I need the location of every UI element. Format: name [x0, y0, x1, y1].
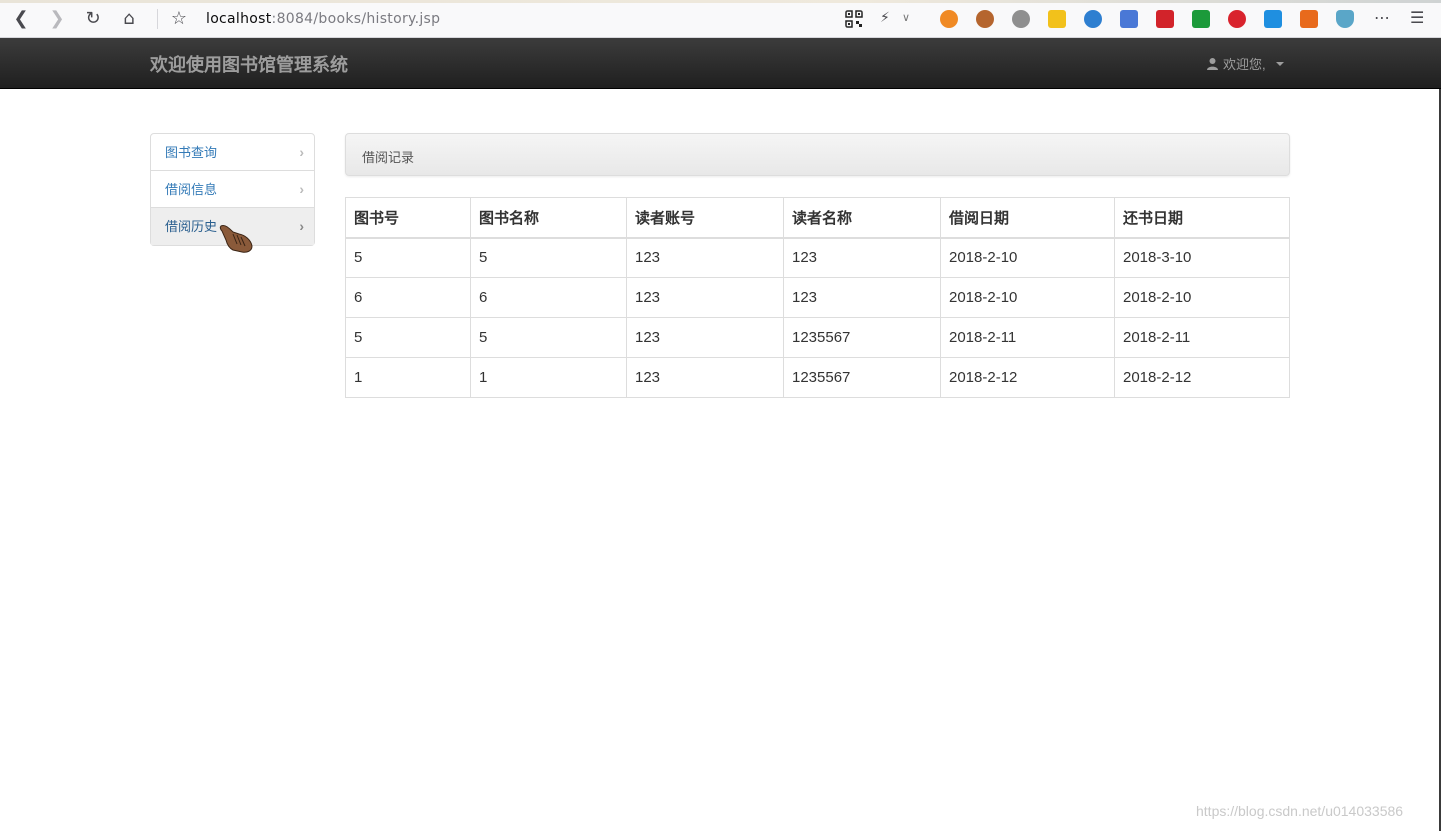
green-square-icon[interactable] — [1192, 10, 1210, 28]
table-cell: 2018-2-12 — [940, 357, 1115, 398]
chevron-right-icon: › — [299, 144, 304, 160]
sidebar-item-label: 借阅历史 — [165, 219, 218, 234]
table-cell: 123 — [626, 317, 784, 358]
user-icon — [1207, 58, 1218, 70]
table-cell: 5 — [470, 317, 627, 358]
column-header-borrow-date: 借阅日期 — [940, 197, 1115, 239]
shield-icon[interactable] — [1336, 10, 1354, 28]
sidebar-item-label: 借阅信息 — [165, 182, 218, 197]
qr-code-icon[interactable] — [845, 10, 863, 28]
table-cell: 2018-2-11 — [940, 317, 1115, 358]
hand-cursor-icon — [219, 225, 253, 253]
table-cell: 123 — [626, 357, 784, 398]
chevron-right-icon: › — [299, 181, 304, 197]
table-cell: 5 — [345, 237, 471, 278]
t-extension-icon[interactable] — [1228, 10, 1246, 28]
sidebar-item-book-search[interactable]: 图书查询 › — [151, 134, 314, 171]
table-cell: 5 — [470, 237, 627, 278]
column-header-book-id: 图书号 — [345, 197, 471, 239]
jh-extension-icon[interactable] — [1120, 10, 1138, 28]
borrow-history-table: 图书号 图书名称 读者账号 读者名称 借阅日期 还书日期 5 5 123 123… — [345, 197, 1290, 398]
table-cell: 2018-3-10 — [1114, 237, 1290, 278]
table-row: 5 5 123 1235567 2018-2-11 2018-2-11 — [345, 317, 1290, 358]
column-header-book-name: 图书名称 — [470, 197, 627, 239]
hamburger-menu-icon[interactable]: ☰ — [1410, 7, 1424, 29]
toolbar-divider — [157, 9, 158, 29]
calendar-icon[interactable] — [1048, 10, 1066, 28]
globe-icon[interactable] — [1084, 10, 1102, 28]
url-path: :8084/books/history.jsp — [271, 11, 441, 27]
table-cell: 6 — [470, 277, 627, 318]
app-navbar: 欢迎使用图书馆管理系统 欢迎您, — [0, 38, 1441, 89]
table-cell: 1235567 — [783, 317, 941, 358]
column-header-reader-name: 读者名称 — [783, 197, 941, 239]
user-dropdown[interactable]: 欢迎您, — [1206, 54, 1284, 73]
table-header-row: 图书号 图书名称 读者账号 读者名称 借阅日期 还书日期 — [345, 197, 1290, 239]
table-cell: 123 — [783, 277, 941, 318]
home-button[interactable]: ⌂ — [118, 8, 140, 30]
table-row: 1 1 123 1235567 2018-2-12 2018-2-12 — [345, 357, 1290, 398]
sidebar-item-borrow-info[interactable]: 借阅信息 › — [151, 171, 314, 208]
bookmark-star-icon[interactable]: ☆ — [168, 8, 190, 30]
monkey-extension-icon[interactable] — [976, 10, 994, 28]
table-cell: 1235567 — [783, 357, 941, 398]
gear-icon[interactable] — [1012, 10, 1030, 28]
chevron-right-icon: › — [299, 218, 304, 234]
overflow-menu-icon[interactable]: ⋯ — [1374, 7, 1390, 29]
table-cell: 123 — [626, 237, 784, 278]
table-cell: 2018-2-10 — [940, 277, 1115, 318]
vivaldi-extension-icon[interactable] — [1156, 10, 1174, 28]
flash-menu-chevron-icon[interactable]: ∨ — [902, 7, 910, 29]
address-bar[interactable]: localhost:8084/books/history.jsp — [206, 11, 440, 27]
panel-header: 借阅记录 — [345, 133, 1290, 176]
table-cell: 123 — [783, 237, 941, 278]
window-top-accent — [0, 0, 1441, 3]
terminal-icon[interactable] — [1300, 10, 1318, 28]
game-controller-icon[interactable] — [940, 10, 958, 28]
table-cell: 2018-2-10 — [940, 237, 1115, 278]
back-button[interactable]: ❮ — [10, 8, 32, 30]
table-cell: 123 — [626, 277, 784, 318]
flash-icon[interactable]: ⚡ — [880, 7, 890, 29]
table-cell: 1 — [470, 357, 627, 398]
reload-button[interactable]: ↻ — [82, 8, 104, 30]
table-cell: 2018-2-11 — [1114, 317, 1290, 358]
forward-button[interactable]: ❯ — [46, 8, 68, 30]
table-cell: 1 — [345, 357, 471, 398]
brand-title[interactable]: 欢迎使用图书馆管理系统 — [150, 51, 348, 77]
panel-title: 借阅记录 — [362, 150, 415, 165]
column-header-reader-account: 读者账号 — [626, 197, 784, 239]
url-host: localhost — [206, 11, 272, 27]
table-cell: 2018-2-10 — [1114, 277, 1290, 318]
table-row: 6 6 123 123 2018-2-10 2018-2-10 — [345, 277, 1290, 318]
browser-toolbar: ❮ ❯ ↻ ⌂ ☆ localhost:8084/books/history.j… — [0, 0, 1441, 38]
caret-down-icon — [1275, 61, 1284, 66]
table-cell: 2018-2-12 — [1114, 357, 1290, 398]
watermark-text: https://blog.csdn.net/u014033586 — [1196, 803, 1404, 819]
table-cell: 6 — [345, 277, 471, 318]
user-greeting: 欢迎您, — [1223, 57, 1266, 72]
column-header-return-date: 还书日期 — [1114, 197, 1290, 239]
sidebar-item-label: 图书查询 — [165, 145, 218, 160]
table-row: 5 5 123 123 2018-2-10 2018-3-10 — [345, 237, 1290, 278]
new-extension-icon[interactable] — [1264, 10, 1282, 28]
table-cell: 5 — [345, 317, 471, 358]
